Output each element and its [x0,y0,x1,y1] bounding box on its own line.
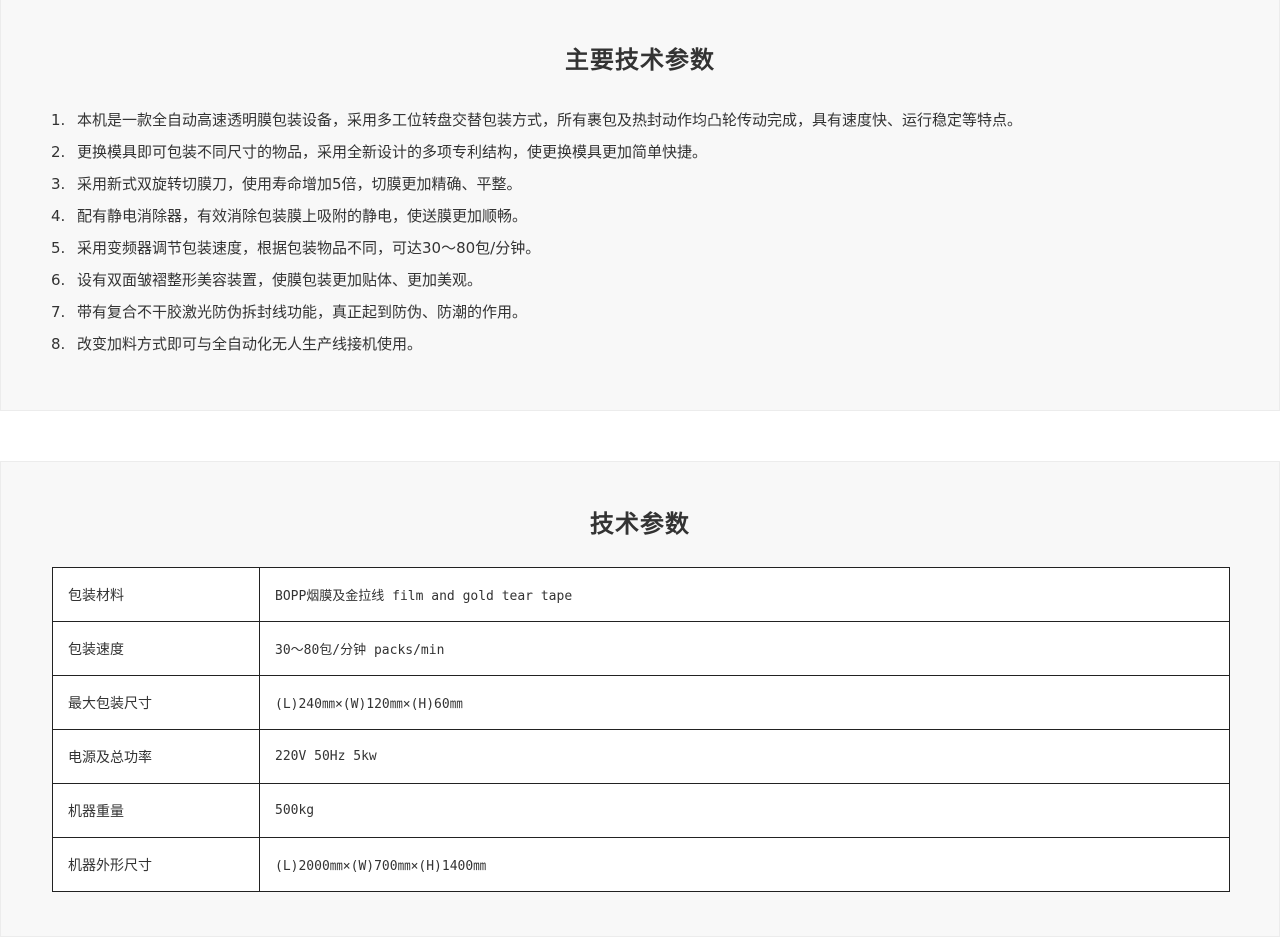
feature-number: 8. [51,335,66,353]
features-title: 主要技术参数 [565,46,715,74]
feature-list: 1. 本机是一款全自动高速透明膜包装设备，采用多工位转盘交替包装方式，所有裹包及热… [51,108,1022,364]
feature-number: 4. [51,207,66,225]
feature-item: 6. 设有双面皱褶整形美容装置，使膜包装更加贴体、更加美观。 [51,268,1022,300]
feature-item: 2. 更换模具即可包装不同尺寸的物品，采用全新设计的多项专利结构，使更换模具更加简… [51,140,1022,172]
features-section: 主要技术参数 1. 本机是一款全自动高速透明膜包装设备，采用多工位转盘交替包装方式… [0,0,1280,411]
spec-label: 机器外形尺寸 [52,837,260,892]
feature-number: 5. [51,239,66,257]
spec-value: 30～80包/分钟 packs/min [259,621,1230,676]
feature-item: 4. 配有静电消除器，有效消除包装膜上吸附的静电，使送膜更加顺畅。 [51,204,1022,236]
feature-number: 3. [51,175,66,193]
feature-item: 1. 本机是一款全自动高速透明膜包装设备，采用多工位转盘交替包装方式，所有裹包及热… [51,108,1022,140]
feature-item: 7. 带有复合不干胶激光防伪拆封线功能，真正起到防伪、防潮的作用。 [51,300,1022,332]
feature-number: 1. [51,111,66,129]
table-row: 最大包装尺寸 (L)240㎜×(W)120㎜×(H)60㎜ [52,675,1230,730]
feature-item: 5. 采用变频器调节包装速度，根据包装物品不同，可达30～80包/分钟。 [51,236,1022,268]
feature-text: 设有双面皱褶整形美容装置，使膜包装更加贴体、更加美观。 [77,271,483,289]
spec-label: 包装材料 [52,567,260,622]
spec-label: 最大包装尺寸 [52,675,260,730]
spec-label: 包装速度 [52,621,260,676]
table-row: 电源及总功率 220V 50Hz 5kw [52,729,1230,784]
feature-number: 7. [51,303,66,321]
spec-value: 220V 50Hz 5kw [259,729,1230,784]
spec-label: 机器重量 [52,783,260,838]
feature-number: 6. [51,271,66,289]
spec-value: 500kg [259,783,1230,838]
feature-item: 8. 改变加料方式即可与全自动化无人生产线接机使用。 [51,332,1022,364]
specs-title: 技术参数 [590,510,690,538]
spec-value: (L)2000㎜×(W)700㎜×(H)1400㎜ [259,837,1230,892]
table-row: 包装材料 BOPP烟膜及金拉线 film and gold tear tape [52,567,1230,622]
table-row: 机器外形尺寸 (L)2000㎜×(W)700㎜×(H)1400㎜ [52,837,1230,892]
feature-text: 改变加料方式即可与全自动化无人生产线接机使用。 [77,335,423,353]
feature-text: 采用新式双旋转切膜刀，使用寿命增加5倍，切膜更加精确、平整。 [77,175,522,193]
feature-item: 3. 采用新式双旋转切膜刀，使用寿命增加5倍，切膜更加精确、平整。 [51,172,1022,204]
spec-value: BOPP烟膜及金拉线 film and gold tear tape [259,567,1230,622]
specs-section: 技术参数 包装材料 BOPP烟膜及金拉线 film and gold tear … [0,461,1280,937]
spec-label: 电源及总功率 [52,729,260,784]
table-row: 包装速度 30～80包/分钟 packs/min [52,621,1230,676]
table-row: 机器重量 500kg [52,783,1230,838]
feature-text: 配有静电消除器，有效消除包装膜上吸附的静电，使送膜更加顺畅。 [77,207,528,225]
spec-value: (L)240㎜×(W)120㎜×(H)60㎜ [259,675,1230,730]
feature-text: 本机是一款全自动高速透明膜包装设备，采用多工位转盘交替包装方式，所有裹包及热封动… [77,111,1023,129]
feature-number: 2. [51,143,66,161]
feature-text: 带有复合不干胶激光防伪拆封线功能，真正起到防伪、防潮的作用。 [77,303,528,321]
spec-table: 包装材料 BOPP烟膜及金拉线 film and gold tear tape … [52,567,1230,892]
feature-text: 采用变频器调节包装速度，根据包装物品不同，可达30～80包/分钟。 [77,239,541,257]
feature-text: 更换模具即可包装不同尺寸的物品，采用全新设计的多项专利结构，使更换模具更加简单快… [77,143,708,161]
